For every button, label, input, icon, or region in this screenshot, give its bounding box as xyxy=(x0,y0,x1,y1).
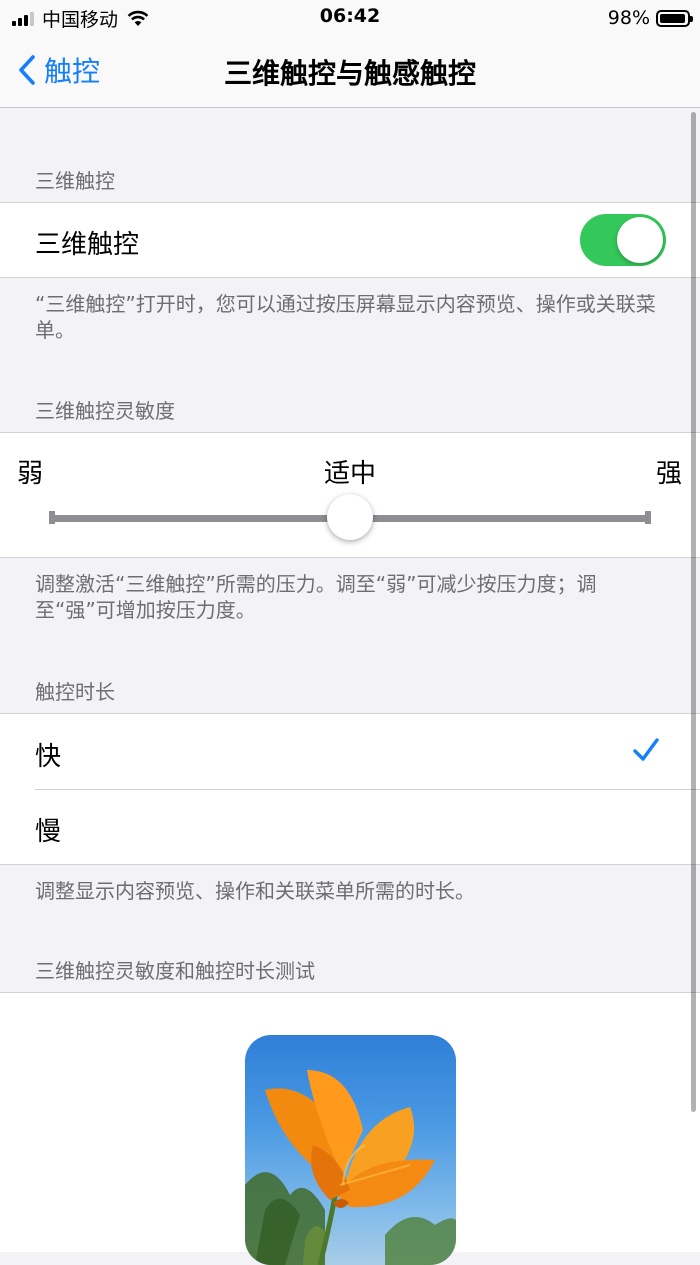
navigation-bar: 触控 三维触控与触感触控 xyxy=(0,36,700,108)
slider-label-firm: 强 xyxy=(655,459,682,489)
test-photo-poppy[interactable] xyxy=(245,1035,456,1265)
status-right: 98% xyxy=(607,5,693,31)
section-header-test: 三维触控灵敏度和触控时长测试 xyxy=(35,959,315,983)
slider-track-remaining[interactable] xyxy=(350,515,648,522)
slider-min-tick xyxy=(49,511,55,524)
duration-option-fast[interactable]: 快 xyxy=(0,714,700,789)
sensitivity-slider-thumb[interactable] xyxy=(327,494,373,540)
section-header-sensitivity: 三维触控灵敏度 xyxy=(35,399,175,423)
duration-option-label: 慢 xyxy=(35,817,62,847)
toggle-row-3d-touch: 三维触控 xyxy=(0,202,700,278)
checkmark-icon xyxy=(633,738,659,761)
scroll-indicator[interactable] xyxy=(691,112,696,1112)
sensitivity-description: 调整激活“三维触控”所需的压力。调至“弱”可减少按压力度；调至“强”可增加按压力… xyxy=(35,572,597,622)
clock: 06:42 xyxy=(319,5,381,27)
toggle-knob[interactable] xyxy=(617,217,663,263)
3d-touch-description: “三维触控”打开时，您可以通过按压屏幕显示内容预览、操作或关联菜单。 xyxy=(35,292,656,342)
test-area xyxy=(0,992,700,1265)
toggle-label: 三维触控 xyxy=(35,230,140,260)
poppy-flower-image xyxy=(245,1070,456,1265)
battery-icon xyxy=(656,9,693,27)
section-header-duration: 触控时长 xyxy=(35,680,115,704)
status-bar: 中国移动 06:42 98% xyxy=(0,0,700,36)
page-title: 三维触控与触感触控 xyxy=(223,57,476,90)
duration-option-label: 快 xyxy=(35,742,62,772)
slider-label-medium: 适中 xyxy=(323,459,376,489)
sensitivity-slider-cell: 弱 适中 强 xyxy=(0,432,700,558)
section-header-3d-touch: 三维触控 xyxy=(35,169,115,193)
duration-option-slow[interactable]: 慢 xyxy=(0,790,700,865)
battery-percent: 98% xyxy=(607,7,650,29)
duration-description: 调整显示内容预览、操作和关联菜单所需的时长。 xyxy=(35,879,475,903)
duration-options-group: 快 慢 xyxy=(0,713,700,865)
3d-touch-toggle[interactable] xyxy=(580,214,666,266)
slider-max-tick xyxy=(645,511,651,524)
slider-track-filled[interactable] xyxy=(52,515,350,522)
